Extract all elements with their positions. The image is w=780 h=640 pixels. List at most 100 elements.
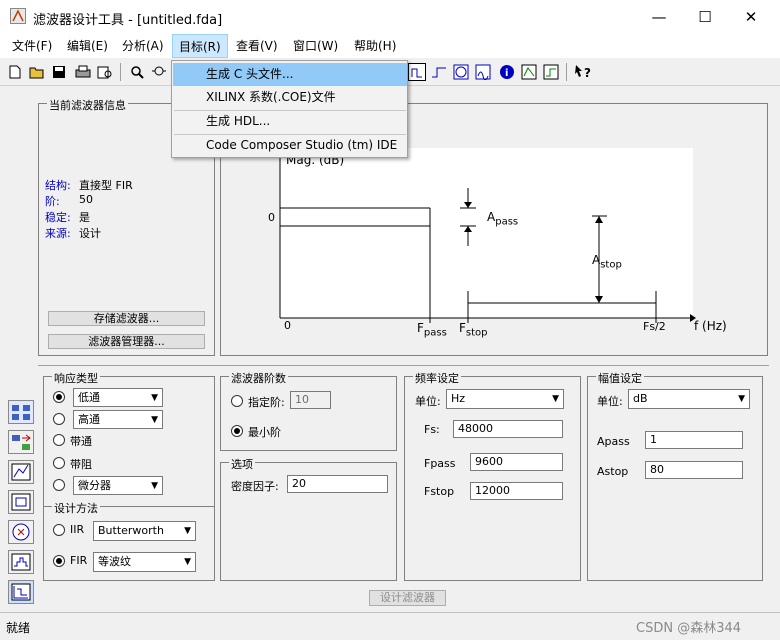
plot-zero-y: 0 bbox=[268, 211, 275, 224]
generate-hdl-item[interactable]: 生成 HDL... bbox=[173, 110, 407, 133]
xilinx-coe-item[interactable]: XILINX 系数(.COE)文件 bbox=[173, 86, 407, 109]
menu-edit[interactable]: 编辑(E) bbox=[61, 34, 114, 58]
magnitude-response-icon[interactable] bbox=[408, 63, 426, 81]
freq-unit-select[interactable]: Hz ▼ bbox=[446, 389, 564, 409]
open-folder-icon[interactable] bbox=[28, 63, 46, 81]
status-bar: 就绪 CSDN @森林344 bbox=[0, 612, 780, 640]
order-value: 50 bbox=[79, 193, 93, 206]
specify-order-input[interactable]: 10 bbox=[290, 391, 331, 409]
menu-help[interactable]: 帮助(H) bbox=[348, 34, 402, 58]
bandstop-label: 带阻 bbox=[70, 458, 92, 471]
differentiator-radio[interactable] bbox=[53, 479, 65, 491]
mag-unit-select[interactable]: dB ▼ bbox=[628, 389, 750, 409]
impulse-response-icon[interactable] bbox=[520, 63, 538, 81]
transform-mode-icon[interactable] bbox=[8, 430, 34, 454]
minimum-order-radio[interactable] bbox=[231, 425, 243, 437]
lowpass-radio[interactable] bbox=[53, 391, 65, 403]
status-text: 就绪 bbox=[6, 621, 31, 635]
realize-model-icon[interactable] bbox=[8, 490, 34, 514]
fpass-label: Fpass bbox=[417, 321, 447, 339]
side-toolbar bbox=[6, 400, 36, 610]
filter-order-legend: 滤波器阶数 bbox=[229, 370, 288, 386]
fpass-input[interactable]: 9600 bbox=[470, 453, 563, 471]
fstop-input[interactable]: 12000 bbox=[470, 482, 563, 500]
bandstop-radio[interactable] bbox=[53, 457, 65, 469]
highpass-radio[interactable] bbox=[53, 413, 65, 425]
fir-method-select[interactable]: 等波纹 ▼ bbox=[93, 552, 196, 572]
differentiator-select[interactable]: 微分器 ▼ bbox=[73, 476, 163, 495]
quantize-icon[interactable] bbox=[8, 550, 34, 574]
bandpass-radio[interactable] bbox=[53, 434, 65, 446]
menu-target[interactable]: 目标(R) bbox=[172, 34, 228, 58]
structure-key: 结构: bbox=[45, 179, 71, 192]
phase-response-icon[interactable] bbox=[430, 63, 448, 81]
astop-input[interactable]: 80 bbox=[645, 461, 743, 479]
highpass-select[interactable]: 高通 ▼ bbox=[73, 410, 163, 429]
stable-key: 稳定: bbox=[45, 211, 71, 224]
maximize-button[interactable]: ☐ bbox=[682, 0, 728, 34]
save-icon[interactable] bbox=[50, 63, 68, 81]
toolbar-separator bbox=[566, 63, 567, 81]
window-title: 滤波器设计工具 - [untitled.fda] bbox=[33, 13, 223, 28]
new-file-icon[interactable] bbox=[6, 63, 24, 81]
menu-analysis[interactable]: 分析(A) bbox=[116, 34, 170, 58]
step-response-icon[interactable] bbox=[542, 63, 560, 81]
plot-zero-x: 0 bbox=[284, 319, 291, 332]
print-icon[interactable] bbox=[74, 63, 92, 81]
bandpass-label: 带通 bbox=[70, 435, 92, 448]
design-filter-mode-icon[interactable] bbox=[8, 400, 34, 424]
svg-text:?: ? bbox=[584, 66, 591, 80]
apass-input[interactable]: 1 bbox=[645, 431, 743, 449]
minimize-button[interactable]: — bbox=[636, 0, 682, 34]
minimum-order-label: 最小阶 bbox=[248, 426, 281, 439]
pole-zero-icon[interactable] bbox=[452, 63, 470, 81]
design-method-legend: 设计方法 bbox=[52, 500, 100, 516]
fir-radio[interactable] bbox=[53, 555, 65, 567]
lowpass-select[interactable]: 低通 ▼ bbox=[73, 388, 163, 407]
whats-this-help-icon[interactable]: ? bbox=[574, 63, 592, 81]
menu-file[interactable]: 文件(F) bbox=[6, 34, 58, 58]
specify-order-radio[interactable] bbox=[231, 395, 243, 407]
source-key: 来源: bbox=[45, 227, 71, 240]
code-composer-studio-item[interactable]: Code Composer Studio (tm) IDE bbox=[173, 134, 407, 157]
close-button[interactable]: ✕ bbox=[728, 0, 774, 34]
fs-label: Fs: bbox=[424, 423, 440, 436]
design-mode-active-icon[interactable] bbox=[8, 580, 34, 604]
print-preview-icon[interactable] bbox=[96, 63, 114, 81]
astop-arrowhead-top bbox=[595, 216, 603, 223]
pole-zero-editor-icon[interactable] bbox=[8, 520, 34, 544]
specify-order-label: 指定阶: bbox=[248, 396, 285, 409]
freq-unit-label: 单位: bbox=[415, 395, 441, 408]
apass-field-label: Apass bbox=[597, 435, 630, 448]
watermark: CSDN @森林344 bbox=[636, 621, 742, 636]
astop-field-label: Astop bbox=[597, 465, 629, 478]
design-filter-button[interactable]: 设计滤波器 bbox=[369, 590, 446, 606]
iir-label: IIR bbox=[70, 523, 85, 536]
zoom-x-icon[interactable] bbox=[150, 63, 168, 81]
svg-text:i: i bbox=[505, 68, 508, 79]
xlabel: f (Hz) bbox=[694, 319, 727, 333]
group-delay-icon[interactable] bbox=[474, 63, 492, 81]
fir-label: FIR bbox=[70, 554, 88, 567]
density-factor-input[interactable]: 20 bbox=[287, 475, 388, 493]
store-filter-button[interactable]: 存储滤波器... bbox=[48, 311, 205, 326]
app-icon bbox=[10, 8, 26, 24]
astop-arrowhead-bottom bbox=[595, 296, 603, 303]
fs-input[interactable]: 48000 bbox=[453, 420, 563, 438]
response-type-legend: 响应类型 bbox=[52, 370, 100, 386]
density-factor-label: 密度因子: bbox=[231, 480, 279, 493]
iir-radio[interactable] bbox=[53, 524, 65, 536]
menu-view[interactable]: 查看(V) bbox=[230, 34, 284, 58]
iir-method-select[interactable]: Butterworth ▼ bbox=[93, 521, 196, 541]
menu-window[interactable]: 窗口(W) bbox=[287, 34, 344, 58]
apass-arrowhead-bottom bbox=[464, 226, 472, 232]
info-icon[interactable]: i bbox=[498, 63, 516, 81]
zoom-in-icon[interactable] bbox=[128, 63, 146, 81]
structure-value: 直接型 FIR bbox=[79, 179, 133, 192]
filter-manager-button[interactable]: 滤波器管理器... bbox=[48, 334, 205, 349]
apass-arrowhead-top bbox=[464, 202, 472, 208]
import-filter-icon[interactable] bbox=[8, 460, 34, 484]
options-legend: 选项 bbox=[229, 456, 255, 472]
order-key: 阶: bbox=[45, 195, 60, 208]
generate-c-header-item[interactable]: 生成 C 头文件... bbox=[173, 63, 407, 86]
